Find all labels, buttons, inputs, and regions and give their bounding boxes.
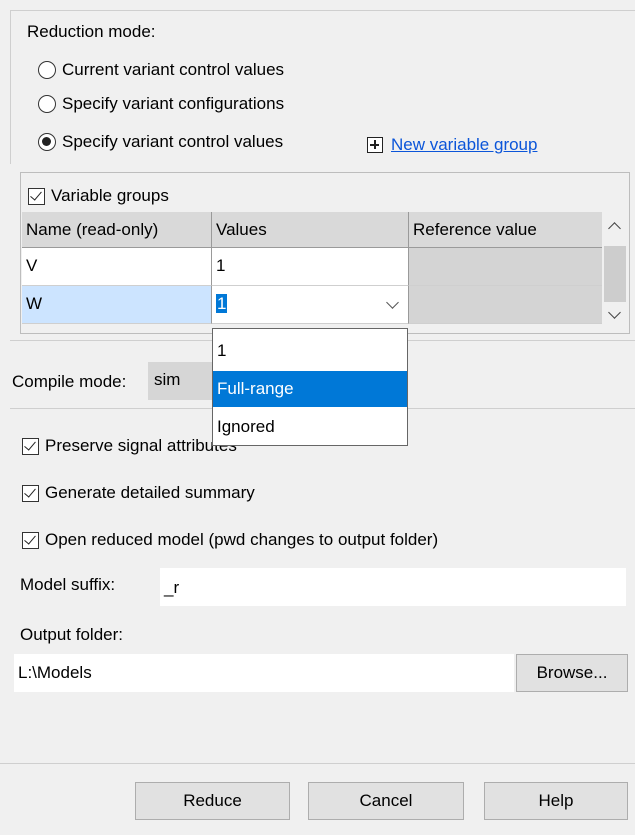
help-button[interactable]: Help: [484, 782, 628, 820]
column-header-reference[interactable]: Reference value: [409, 212, 602, 248]
dropdown-option[interactable]: Ignored: [213, 409, 407, 445]
output-folder-input[interactable]: L:\Models: [14, 654, 514, 692]
table-cell-reference: [409, 248, 602, 286]
preserve-signal-label: Preserve signal attributes: [45, 436, 237, 455]
radio-current-values[interactable]: Current variant control values: [38, 60, 284, 80]
radio-button-selected-icon[interactable]: [38, 133, 56, 151]
radio-specify-configurations[interactable]: Specify variant configurations: [38, 94, 284, 114]
table-cell-name[interactable]: V: [22, 248, 212, 286]
radio-label: Specify variant control values: [62, 132, 284, 151]
cancel-button[interactable]: Cancel: [308, 782, 464, 820]
open-reduced-model-checkbox-row[interactable]: Open reduced model (pwd changes to outpu…: [22, 530, 438, 550]
table-cell-name-selected[interactable]: W: [22, 286, 212, 324]
radio-button-icon[interactable]: [38, 95, 56, 113]
detailed-summary-label: Generate detailed summary: [45, 483, 255, 502]
checkbox-checked-icon[interactable]: [28, 187, 45, 205]
checkbox-checked-icon[interactable]: [22, 531, 39, 549]
scroll-down-icon[interactable]: [608, 306, 621, 319]
table-scrollbar[interactable]: [602, 212, 628, 330]
checkbox-checked-icon[interactable]: [22, 484, 39, 502]
scroll-up-icon[interactable]: [608, 222, 621, 235]
open-reduced-model-label: Open reduced model (pwd changes to outpu…: [45, 530, 439, 549]
reduce-button[interactable]: Reduce: [135, 782, 290, 820]
preserve-signal-checkbox-row[interactable]: Preserve signal attributes: [22, 436, 237, 456]
scroll-thumb[interactable]: [604, 246, 626, 302]
variable-groups-checkbox-row[interactable]: Variable groups: [28, 186, 169, 206]
new-variable-group[interactable]: New variable group: [367, 135, 537, 155]
model-suffix-label: Model suffix:: [20, 575, 116, 594]
combo-selected-text[interactable]: 1: [216, 294, 228, 313]
chevron-down-icon[interactable]: [386, 296, 399, 309]
model-suffix-input[interactable]: _r: [160, 568, 626, 606]
variable-groups-label: Variable groups: [51, 186, 169, 205]
detailed-summary-checkbox-row[interactable]: Generate detailed summary: [22, 483, 255, 503]
add-icon[interactable]: [367, 137, 383, 153]
radio-specify-control-values[interactable]: Specify variant control values: [38, 132, 283, 152]
output-folder-label: Output folder:: [20, 625, 124, 644]
table-cell-reference: [409, 286, 602, 324]
reduction-mode-label: Reduction mode:: [27, 22, 156, 41]
dropdown-option-highlighted[interactable]: Full-range: [213, 371, 407, 407]
values-combo-box[interactable]: 1: [212, 286, 409, 324]
column-header-name[interactable]: Name (read-only): [22, 212, 212, 248]
table-cell-value[interactable]: 1: [212, 248, 409, 286]
new-variable-group-link[interactable]: New variable group: [391, 135, 537, 155]
column-header-values[interactable]: Values: [212, 212, 409, 248]
compile-mode-select[interactable]: sim: [148, 362, 212, 400]
dropdown-option[interactable]: 1: [213, 333, 407, 369]
radio-button-icon[interactable]: [38, 61, 56, 79]
compile-mode-label: Compile mode:: [12, 372, 127, 391]
radio-label: Specify variant configurations: [62, 94, 285, 113]
browse-button[interactable]: Browse...: [516, 654, 628, 692]
checkbox-checked-icon[interactable]: [22, 437, 39, 455]
values-dropdown-list[interactable]: 1 Full-range Ignored: [212, 328, 408, 446]
radio-label: Current variant control values: [62, 60, 285, 79]
divider: [0, 763, 635, 764]
